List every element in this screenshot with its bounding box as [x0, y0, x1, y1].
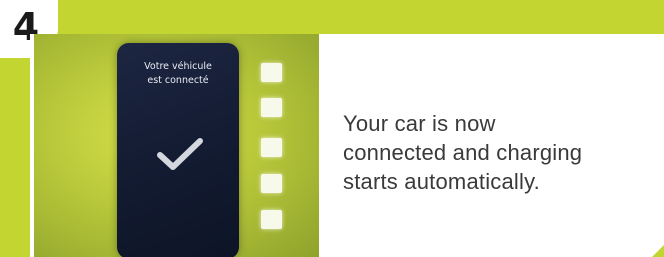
top-accent-band — [0, 0, 664, 34]
indicator-light-3 — [261, 138, 282, 157]
indicator-light-4 — [261, 174, 282, 193]
step-caption: Your car is now connected and charging s… — [343, 109, 653, 196]
check-icon — [157, 138, 203, 170]
charger-screen: Votre véhicule est connecté — [117, 43, 239, 257]
step-card: 4 Votre véhicule est connecté Your car i… — [0, 0, 664, 257]
indicator-light-1 — [261, 63, 282, 82]
caption-line3: starts automatically. — [343, 169, 540, 194]
screen-message-line2: est connecté — [147, 75, 209, 86]
indicator-light-5 — [261, 210, 282, 229]
caption-line1: Your car is now — [343, 111, 496, 136]
charger-photo: Votre véhicule est connecté — [30, 34, 323, 257]
caption-line2: connected and charging — [343, 140, 583, 165]
screen-message: Votre véhicule est connecté — [117, 60, 239, 88]
screen-message-line1: Votre véhicule — [144, 61, 212, 72]
corner-accent — [652, 245, 664, 257]
indicator-light-2 — [261, 98, 282, 117]
